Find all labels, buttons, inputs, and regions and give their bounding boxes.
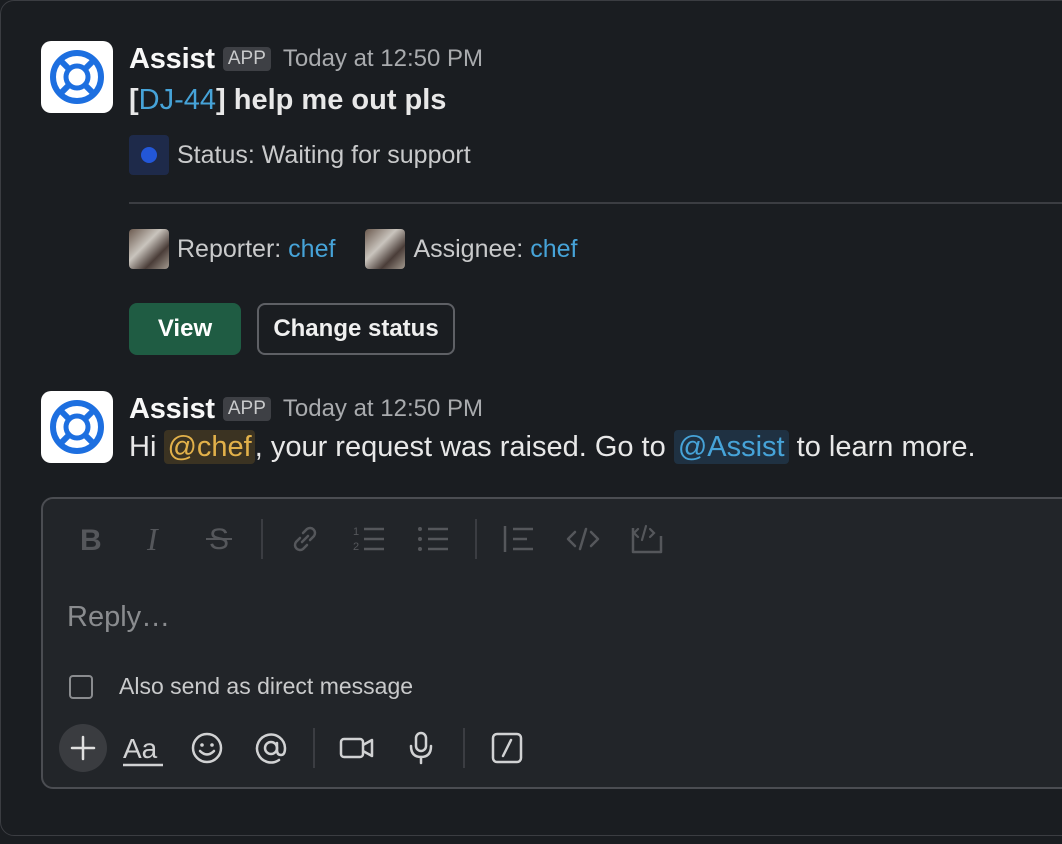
ordered-list-icon[interactable]: 12 (347, 519, 391, 559)
italic-icon[interactable]: I (133, 519, 177, 559)
sender-name[interactable]: Assist (129, 43, 215, 76)
dm-label[interactable]: Also send as direct message (119, 673, 413, 700)
text-mid: , your request was raised. Go to (254, 431, 674, 463)
change-status-button[interactable]: Change status (257, 303, 455, 355)
strikethrough-icon[interactable]: S (197, 519, 241, 559)
emoji-icon[interactable] (185, 726, 229, 770)
assignee-field: Assignee: chef (413, 235, 577, 264)
assist-app-avatar[interactable] (41, 391, 113, 463)
assignee-link[interactable]: chef (530, 235, 577, 263)
divider (129, 202, 1062, 204)
toolbar-separator (313, 728, 315, 768)
svg-text:1: 1 (353, 526, 359, 538)
sender-name[interactable]: Assist (129, 393, 215, 426)
blockquote-icon[interactable] (497, 519, 541, 559)
code-block-icon[interactable] (625, 519, 669, 559)
link-icon[interactable] (283, 519, 327, 559)
title-prefix: [ (129, 84, 139, 116)
view-button[interactable]: View (129, 303, 241, 355)
ticket-status: Status: Waiting for support (129, 135, 1062, 175)
formatting-icon[interactable]: Aa (121, 726, 165, 770)
svg-text:I: I (146, 524, 159, 554)
thread-panel: Assist APP Today at 12:50 PM [DJ-44] hel… (0, 0, 1062, 836)
reply-input[interactable]: Reply… (67, 601, 170, 634)
ticket-id-link[interactable]: DJ-44 (139, 84, 216, 116)
ticket-title: [DJ-44] help me out pls (129, 84, 1062, 117)
text-post: to learn more. (788, 431, 976, 463)
message-content: Assist APP Today at 12:50 PM Hi @chef, y… (129, 391, 1062, 464)
status-text: Status: Waiting for support (177, 140, 471, 169)
ticket-actions: View Change status (129, 303, 455, 355)
reporter-label: Reporter: (177, 234, 289, 263)
reporter-avatar[interactable] (129, 229, 169, 269)
user-mention[interactable]: @chef (164, 430, 255, 464)
app-badge: APP (222, 397, 271, 421)
dm-checkbox[interactable] (69, 674, 93, 699)
lifebuoy-icon (50, 50, 104, 104)
formatting-glyph: Aa (123, 733, 158, 764)
assignee-avatar[interactable] (365, 229, 406, 269)
formatting-toolbar: B I S 12 (69, 519, 689, 559)
video-icon[interactable] (335, 726, 379, 770)
dm-option: Also send as direct message (69, 673, 413, 700)
app-badge: APP (222, 47, 271, 71)
message-text: Hi @chef, your request was raised. Go to… (129, 430, 1062, 464)
mention-icon[interactable] (249, 726, 293, 770)
microphone-icon[interactable] (399, 726, 443, 770)
toolbar-separator (261, 519, 263, 559)
status-indicator-icon (129, 135, 169, 175)
reply-composer: B I S 12 Reply… Also send as direct mess… (41, 497, 1062, 789)
reporter: Reporter: chef (129, 229, 335, 269)
plus-icon[interactable] (59, 724, 107, 772)
app-mention[interactable]: @Assist (673, 430, 789, 464)
bold-icon[interactable]: B (69, 519, 113, 559)
lifebuoy-icon (50, 400, 104, 454)
svg-text:B: B (80, 524, 102, 554)
slash-command-icon[interactable] (485, 726, 529, 770)
message-content: Assist APP Today at 12:50 PM [DJ-44] hel… (129, 41, 1062, 175)
composer-actions: Aa (59, 723, 549, 773)
timestamp[interactable]: Today at 12:50 PM (283, 395, 483, 423)
message-header: Assist APP Today at 12:50 PM (129, 41, 1062, 77)
message-header: Assist APP Today at 12:50 PM (129, 391, 1062, 427)
assist-app-avatar[interactable] (41, 41, 113, 113)
toolbar-separator (463, 728, 465, 768)
reporter-link[interactable]: chef (288, 235, 335, 263)
assignee: Assignee: chef (365, 229, 577, 269)
ticket-people: Reporter: chef Assignee: chef (129, 228, 607, 270)
code-icon[interactable] (561, 519, 605, 559)
timestamp[interactable]: Today at 12:50 PM (283, 45, 483, 73)
assignee-label: Assignee: (413, 234, 531, 263)
toolbar-separator (475, 519, 477, 559)
status-dot (141, 147, 157, 163)
bulleted-list-icon[interactable] (411, 519, 455, 559)
text-pre: Hi (129, 431, 165, 463)
svg-text:2: 2 (353, 541, 359, 553)
reporter-field: Reporter: chef (177, 235, 335, 264)
title-suffix: ] help me out pls (216, 84, 447, 116)
